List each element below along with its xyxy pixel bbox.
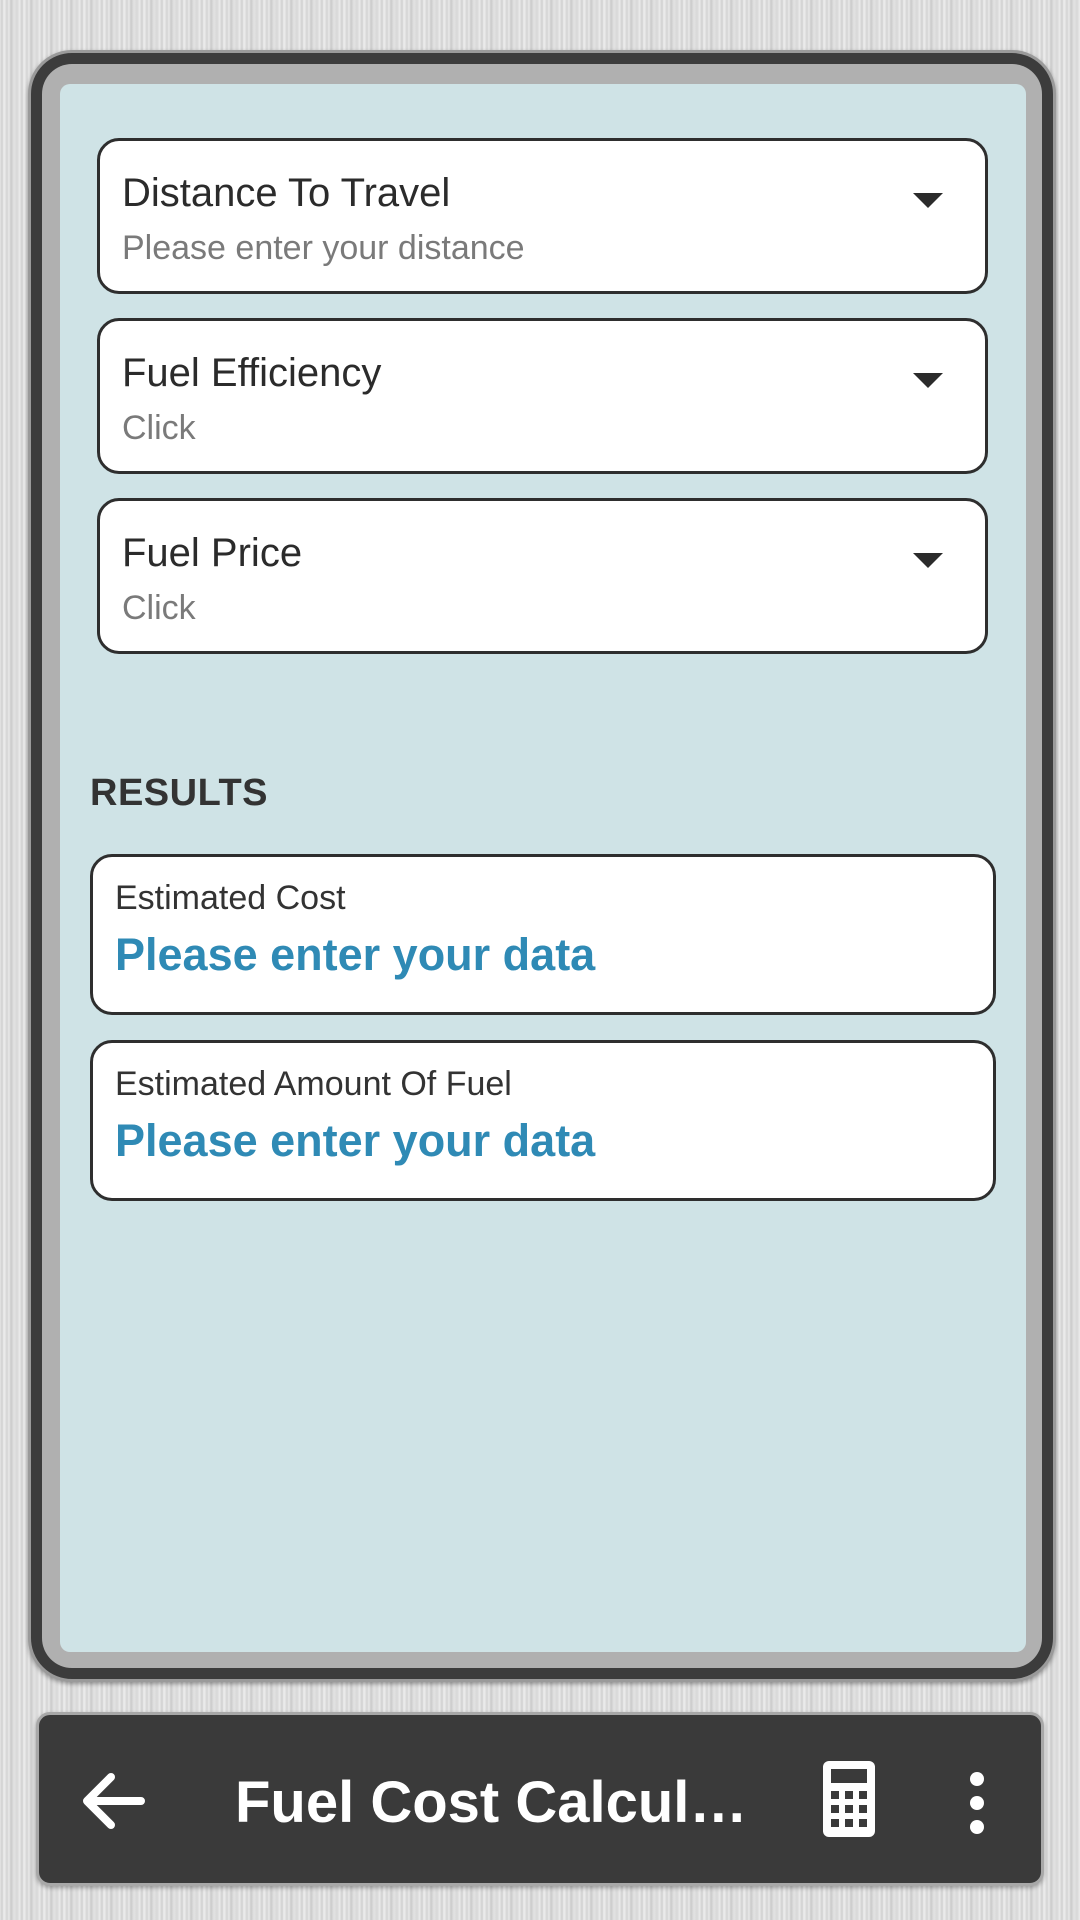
distance-subtitle: Please enter your distance [122,229,525,267]
bottom-toolbar: Fuel Cost Calcul… [36,1712,1044,1886]
chevron-down-icon [913,373,943,388]
fuel-efficiency-dropdown[interactable]: Fuel Efficiency Click [97,318,988,474]
fuel-price-dropdown[interactable]: Fuel Price Click [97,498,988,654]
fuel-price-title: Fuel Price [122,531,303,575]
fuel-efficiency-subtitle: Click [122,409,196,447]
fuel-efficiency-title: Fuel Efficiency [122,351,382,395]
estimated-fuel-card: Estimated Amount Of Fuel Please enter yo… [90,1040,996,1201]
estimated-cost-label: Estimated Cost [115,879,346,917]
results-heading: RESULTS [90,772,269,814]
distance-dropdown[interactable]: Distance To Travel Please enter your dis… [97,138,988,294]
estimated-fuel-label: Estimated Amount Of Fuel [115,1065,512,1103]
estimated-cost-value: Please enter your data [115,929,596,980]
arrow-left-icon [83,1773,145,1829]
back-button[interactable] [75,1763,151,1839]
calculator-icon [823,1761,875,1837]
calculator-button[interactable] [819,1759,879,1839]
more-vert-icon [970,1772,984,1834]
fuel-price-subtitle: Click [122,589,196,627]
estimated-cost-card: Estimated Cost Please enter your data [90,854,996,1015]
chevron-down-icon [913,193,943,208]
distance-title: Distance To Travel [122,171,451,215]
toolbar-title: Fuel Cost Calcul… [235,1770,748,1835]
estimated-fuel-value: Please enter your data [115,1115,596,1166]
chevron-down-icon [913,553,943,568]
overflow-menu-button[interactable] [965,1763,989,1843]
